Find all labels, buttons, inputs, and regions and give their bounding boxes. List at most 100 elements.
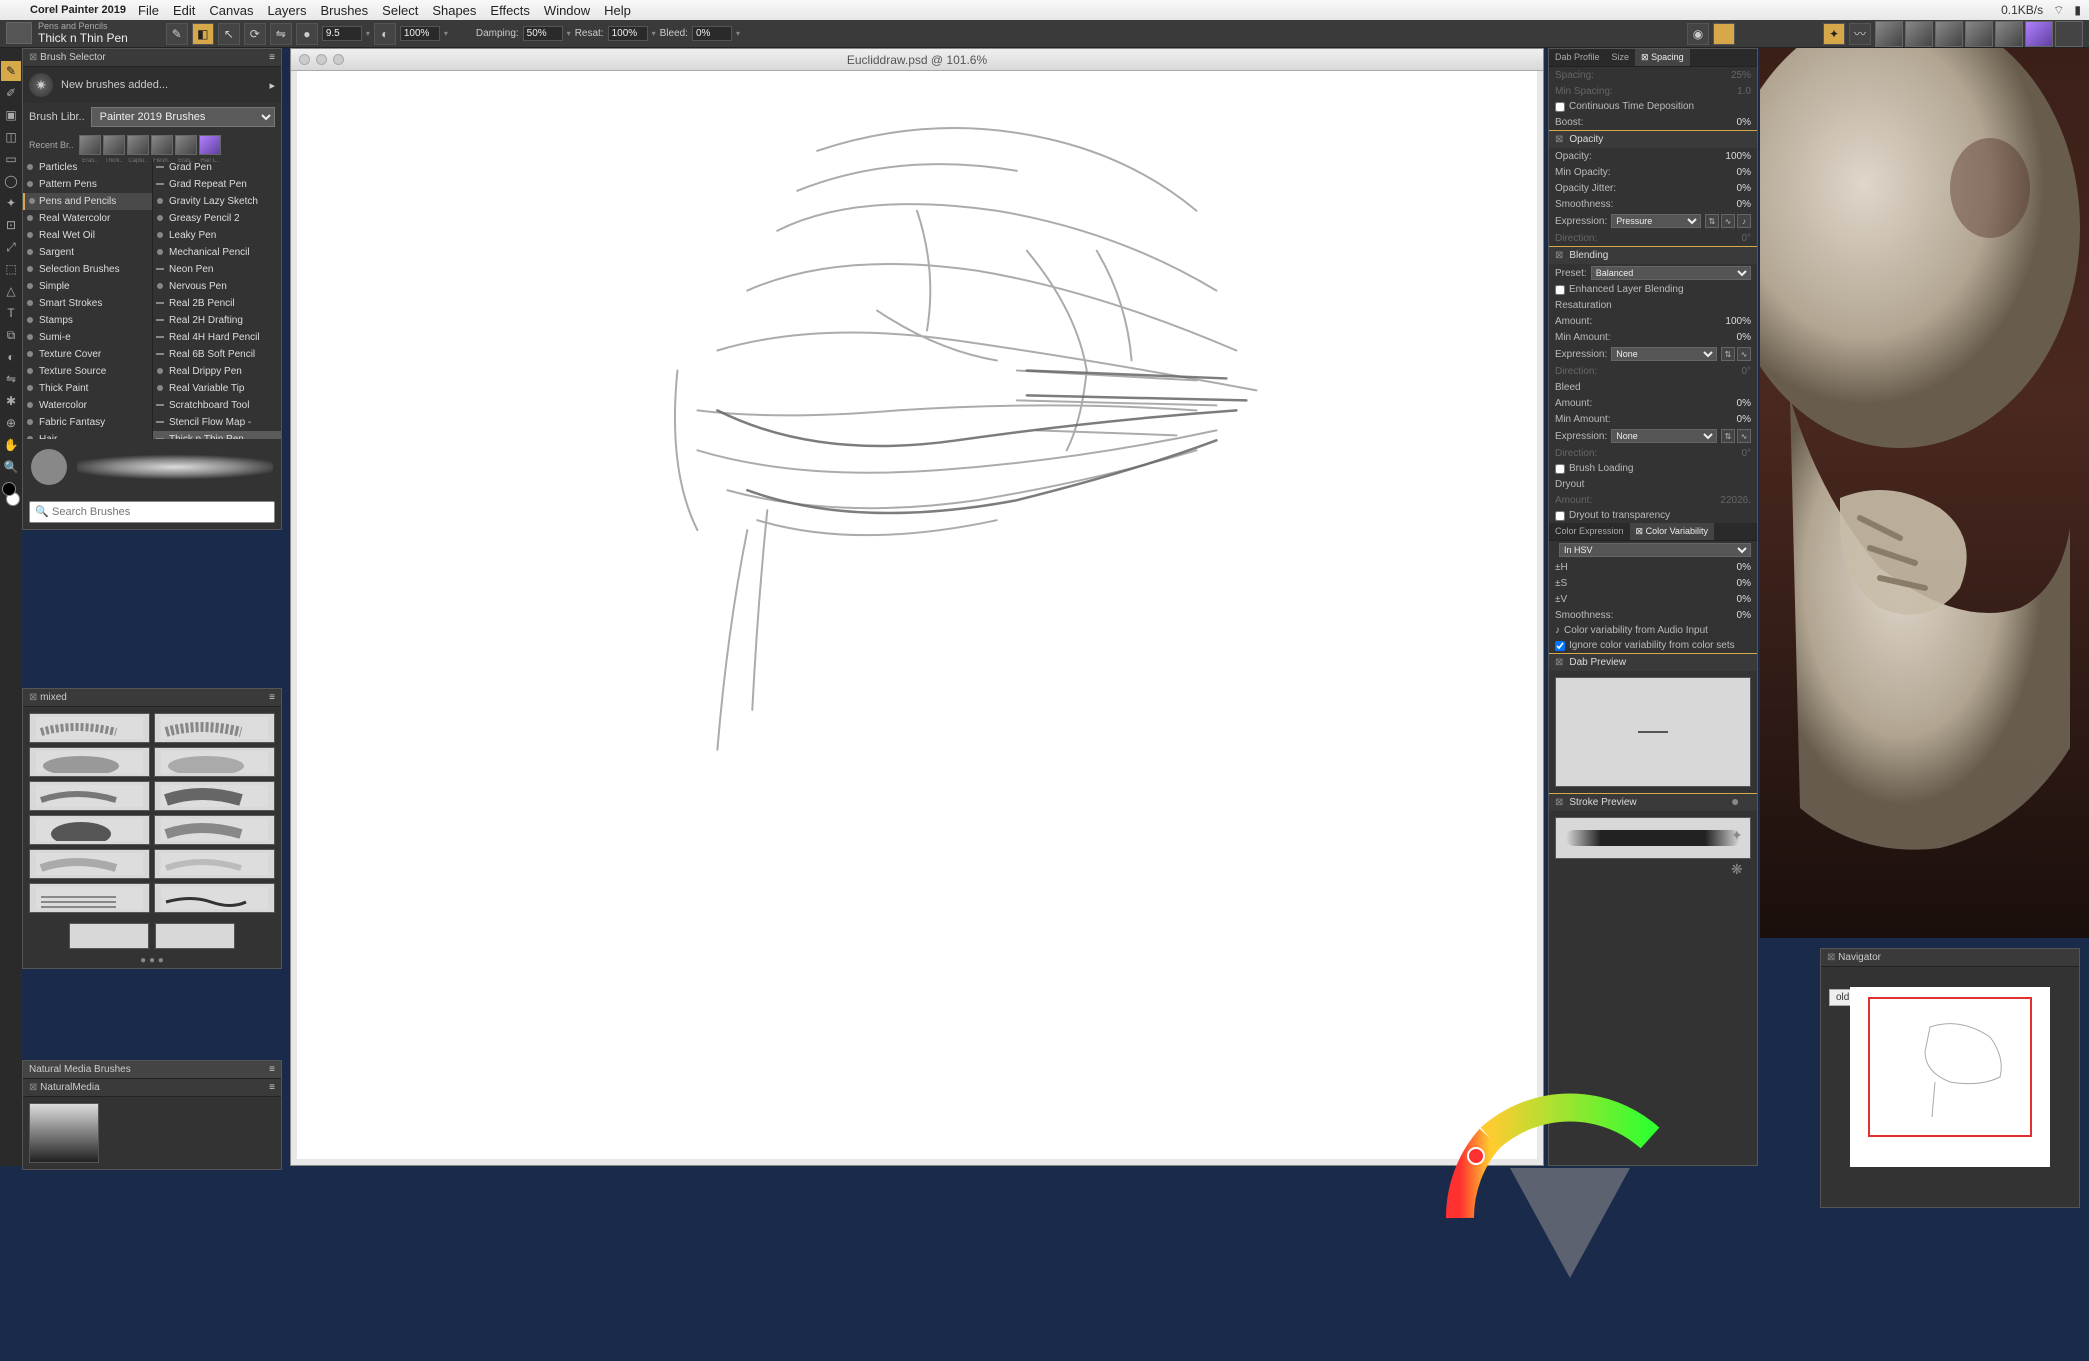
damping-input[interactable]	[523, 26, 563, 41]
menu-layers[interactable]: Layers	[267, 3, 306, 18]
brush-category-item[interactable]: Smart Strokes	[23, 295, 152, 312]
brush-variant-list[interactable]: Grad PenGrad Repeat PenGravity Lazy Sket…	[153, 159, 281, 439]
audio-icon[interactable]: ◉	[1687, 23, 1709, 45]
brush-variant-item[interactable]: Gravity Lazy Sketch	[153, 193, 281, 210]
invert-icon[interactable]: ⇅	[1705, 214, 1719, 228]
opacity-field[interactable]: ▾	[400, 26, 448, 41]
natural-media-subheader[interactable]: ⊠ NaturalMedia ≡	[23, 1079, 281, 1097]
recent-brush-0[interactable]: Eras..	[79, 135, 101, 155]
brush-category-item[interactable]: Real Watercolor	[23, 210, 152, 227]
recent-tile-0[interactable]: Eras..	[1875, 21, 1903, 47]
mirror-icon[interactable]: ⇋	[270, 23, 292, 45]
dab-view-1-icon[interactable]: ●	[1731, 793, 1747, 809]
rotate-icon[interactable]: ⟳	[244, 23, 266, 45]
document-titlebar[interactable]: Eucliddraw.psd @ 101.6%	[291, 49, 1543, 71]
panel-menu-icon[interactable]: ≡	[269, 1064, 275, 1075]
brush-variant-item[interactable]: Mechanical Pencil	[153, 244, 281, 261]
brush-variant-item[interactable]: Scratchboard Tool	[153, 397, 281, 414]
brush-variant-item[interactable]: Nervous Pen	[153, 278, 281, 295]
ctd-checkbox[interactable]: Continuous Time Deposition	[1549, 99, 1757, 114]
lasso-tool[interactable]: ◯	[1, 171, 21, 191]
cursor-icon[interactable]: ↖	[218, 23, 240, 45]
tab-dab-profile[interactable]: Dab Profile	[1549, 49, 1606, 66]
dab-preview-header[interactable]: ⊠Dab Preview	[1549, 654, 1757, 671]
menu-effects[interactable]: Effects	[490, 3, 530, 18]
navigator-viewport[interactable]	[1868, 997, 2032, 1137]
paint-bucket-tool[interactable]: ▣	[1, 105, 21, 125]
brush-category-item[interactable]: Sumi-e	[23, 329, 152, 346]
panel-menu-icon[interactable]: ≡	[269, 1082, 275, 1093]
divine-tool[interactable]: ⊕	[1, 413, 21, 433]
brush-variant-item[interactable]: Grad Repeat Pen	[153, 176, 281, 193]
bleed-input[interactable]	[692, 26, 732, 41]
close-icon[interactable]: ⊠	[1827, 952, 1835, 963]
wifi-icon[interactable]: ⌔	[2053, 3, 2064, 18]
stroke-icon[interactable]: 〰	[1849, 23, 1871, 45]
brush-loading-checkbox[interactable]: Brush Loading	[1549, 461, 1757, 476]
menu-window[interactable]: Window	[544, 3, 590, 18]
recent-brush-4[interactable]: Eras..	[175, 135, 197, 155]
wand-tool[interactable]: ✦	[1, 193, 21, 213]
invert-icon[interactable]: ⇅	[1721, 347, 1735, 361]
brush-tool[interactable]: ✎	[1, 61, 21, 81]
brush-variant-item[interactable]: Grad Pen	[153, 159, 281, 176]
brush-variant-item[interactable]: Neon Pen	[153, 261, 281, 278]
brush-variant-item[interactable]: Thick n Thin Pen	[153, 431, 281, 439]
eraser-tool[interactable]: ◫	[1, 127, 21, 147]
tab-color-expression[interactable]: Color Expression	[1549, 523, 1630, 540]
shape-tool[interactable]: △	[1, 281, 21, 301]
battery-icon[interactable]: ▮	[2074, 3, 2081, 17]
hand-tool[interactable]: ✋	[1, 435, 21, 455]
brush-category-item[interactable]: Pens and Pencils	[23, 193, 152, 210]
menu-select[interactable]: Select	[382, 3, 418, 18]
brush-category-item[interactable]: Simple	[23, 278, 152, 295]
transform-tool[interactable]: ⤢	[1, 237, 21, 257]
kaleido-tool[interactable]: ✱	[1, 391, 21, 411]
brush-category-item[interactable]: Particles	[23, 159, 152, 176]
clone-tool[interactable]: ⧉	[1, 325, 21, 345]
navigator-canvas[interactable]	[1850, 987, 2050, 1167]
pagination-dots[interactable]: ● ● ●	[23, 953, 281, 968]
curve-icon[interactable]: ∿	[1721, 214, 1735, 228]
dab-shape-icon[interactable]: ●	[296, 23, 318, 45]
menu-edit[interactable]: Edit	[173, 3, 195, 18]
stroke-preview-header[interactable]: ⊠Stroke Preview	[1549, 794, 1757, 811]
brush-tile[interactable]	[154, 713, 275, 743]
brush-tile[interactable]	[29, 781, 150, 811]
resat-input[interactable]	[608, 26, 648, 41]
color-wheel[interactable]	[1430, 1078, 1710, 1358]
dropper-tool[interactable]: ✐	[1, 83, 21, 103]
recent-brush-5[interactable]: Hair L..	[199, 135, 221, 155]
brush-variant-item[interactable]: Greasy Pencil 2	[153, 210, 281, 227]
brush-category-item[interactable]: Thick Paint	[23, 380, 152, 397]
resat-expression-select[interactable]: None	[1611, 347, 1717, 361]
bleed-expression-select[interactable]: None	[1611, 429, 1717, 443]
recent-tile-4[interactable]: Eras..	[1995, 21, 2023, 47]
close-icon[interactable]: ⊠	[29, 1082, 37, 1093]
panel-menu-icon[interactable]: ≡	[269, 692, 275, 703]
dab-type-icon[interactable]: ◧	[192, 23, 214, 45]
recent-brush-2[interactable]: Captu..	[127, 135, 149, 155]
recent-tile-1[interactable]: Thick n..	[1905, 21, 1933, 47]
perspective-tool[interactable]: ⬚	[1, 259, 21, 279]
panel-menu-icon[interactable]: ≡	[269, 52, 275, 63]
close-icon[interactable]: ⊠	[29, 692, 37, 703]
app-name[interactable]: Corel Painter 2019	[30, 4, 126, 16]
brush-variant-item[interactable]: Real 2H Drafting	[153, 312, 281, 329]
natural-media-header[interactable]: Natural Media Brushes ≡	[23, 1061, 281, 1079]
resat-field[interactable]: Resat: ▾	[575, 26, 656, 41]
brush-tile[interactable]	[29, 849, 150, 879]
dab-view-3-icon[interactable]: ❋	[1731, 861, 1747, 877]
selection-tool[interactable]: ▭	[1, 149, 21, 169]
hsv-mode-select[interactable]: In HSV	[1559, 543, 1751, 557]
brush-variant-item[interactable]: Real 4H Hard Pencil	[153, 329, 281, 346]
mirror-tool[interactable]: ⇋	[1, 369, 21, 389]
size-field[interactable]: ▾	[322, 26, 370, 41]
brush-tile[interactable]	[29, 713, 150, 743]
brush-category-item[interactable]: Hair	[23, 431, 152, 439]
brush-search-input[interactable]	[29, 501, 275, 523]
brush-tile[interactable]	[29, 815, 150, 845]
brush-tile[interactable]	[154, 781, 275, 811]
brush-category-item[interactable]: Pattern Pens	[23, 176, 152, 193]
recent-brush-3[interactable]: Flesh..	[151, 135, 173, 155]
